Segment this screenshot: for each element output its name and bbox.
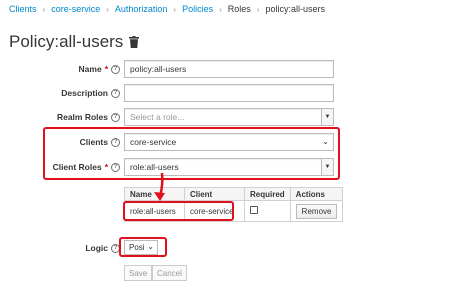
name-input-value: policy:all-users: [130, 64, 187, 74]
cell-required: [244, 200, 291, 222]
annotation-highlight-logic: [119, 237, 167, 257]
annotation-arrow-icon: [154, 172, 165, 201]
realm-roles-label-text: Realm Roles: [56, 112, 108, 122]
description-input[interactable]: [124, 84, 334, 102]
breadcrumb-link-clients[interactable]: Clients: [9, 4, 37, 14]
help-icon[interactable]: ?: [111, 112, 120, 122]
cancel-button[interactable]: Cancel: [152, 265, 187, 281]
annotation-highlight-table-row: [123, 201, 234, 221]
breadcrumb-link-client[interactable]: core-service: [51, 4, 100, 14]
column-header-client: Client: [184, 187, 245, 201]
realm-roles-placeholder: Select a role...: [130, 112, 185, 122]
caret-down-icon[interactable]: ▼: [321, 109, 333, 125]
name-row: Name * ? policy:all-users: [0, 60, 474, 80]
page-title: Policy:all-users: [9, 32, 140, 52]
annotation-highlight-clients: [43, 127, 340, 180]
logic-label-text: Logic: [85, 243, 108, 253]
realm-roles-select[interactable]: Select a role... ▼: [124, 108, 334, 126]
required-marker: *: [104, 64, 108, 74]
chevron-right-icon: ›: [219, 4, 222, 14]
save-button[interactable]: Save: [124, 265, 153, 281]
help-icon[interactable]: ?: [111, 64, 120, 74]
cell-actions: Remove: [289, 200, 344, 222]
breadcrumb-link-policies[interactable]: Policies: [182, 4, 213, 14]
required-checkbox[interactable]: [250, 206, 258, 214]
name-label-text: Name: [78, 64, 102, 74]
trash-icon[interactable]: [129, 36, 140, 48]
name-input[interactable]: policy:all-users: [124, 60, 334, 78]
column-header-actions: Actions: [289, 187, 344, 201]
chevron-right-icon: ›: [106, 4, 109, 14]
column-header-required: Required: [244, 187, 291, 201]
logic-label: Logic ?: [85, 243, 120, 253]
remove-button[interactable]: Remove: [295, 203, 338, 219]
chevron-right-icon: ›: [173, 4, 177, 14]
chevron-right-icon: ›: [42, 4, 46, 14]
breadcrumb: Clients › core-service › Authorization ›…: [9, 4, 325, 14]
realm-roles-label: Realm Roles ?: [57, 112, 120, 122]
realm-roles-row: Realm Roles ? Select a role... ▼: [0, 108, 474, 128]
description-row: Description ?: [0, 84, 474, 104]
page-title-text: Policy:all-users: [9, 32, 124, 51]
chevron-right-icon: ›: [256, 4, 260, 14]
logic-row: Logic ?: [0, 240, 474, 260]
help-icon[interactable]: ?: [111, 88, 120, 98]
breadcrumb-link-authorization[interactable]: Authorization: [115, 4, 168, 14]
breadcrumb-roles: Roles: [227, 4, 251, 14]
description-label: Description ?: [61, 88, 120, 98]
breadcrumb-current: policy:all-users: [265, 4, 325, 14]
name-label: Name * ?: [79, 64, 120, 74]
description-label-text: Description: [61, 88, 108, 98]
